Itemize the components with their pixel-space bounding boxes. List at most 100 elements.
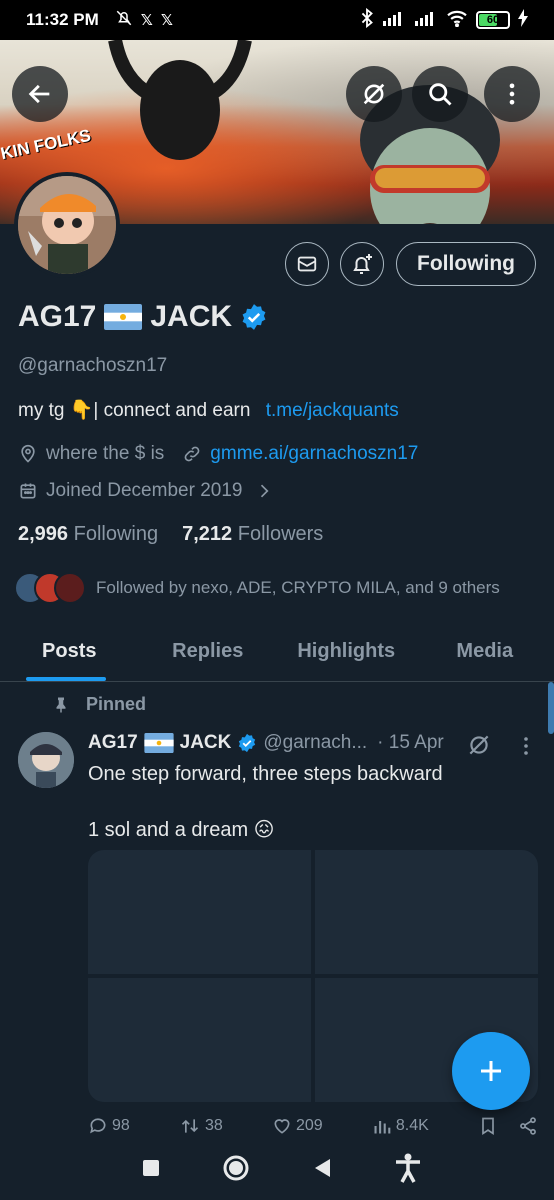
- profile-avatar[interactable]: [14, 172, 120, 278]
- following-stat[interactable]: 2,996 Following: [18, 523, 158, 546]
- avatar-image: [18, 732, 74, 788]
- envelope-icon: [297, 256, 317, 272]
- link-icon: [184, 446, 200, 462]
- followed-by-avatars: [14, 572, 86, 604]
- tab-highlights[interactable]: Highlights: [277, 622, 416, 681]
- profile-joined-row[interactable]: Joined December 2019: [18, 480, 274, 502]
- post-author-name-suffix: JACK: [179, 732, 232, 753]
- status-bar: 11:32 PM 𝕏 𝕏 60: [0, 0, 554, 40]
- battery-level: 60: [486, 14, 500, 26]
- signal-icon-2: [414, 10, 438, 31]
- location-icon: [21, 444, 35, 463]
- views-count: 8.4K: [395, 1117, 429, 1134]
- following-button[interactable]: Following: [396, 242, 536, 286]
- pinned-label: Pinned: [86, 694, 147, 714]
- status-time: 11:32 PM: [26, 10, 99, 29]
- like-count: 209: [295, 1117, 323, 1134]
- x-app-icon-2: 𝕏: [160, 12, 173, 29]
- share-icon[interactable]: [518, 1116, 538, 1136]
- bookmark-icon[interactable]: [478, 1116, 498, 1136]
- bio-link[interactable]: t.me/jackquants: [266, 400, 399, 421]
- tab-replies[interactable]: Replies: [139, 622, 278, 681]
- following-count: 2,996: [18, 523, 69, 545]
- profile-name: AG17 JACK: [18, 300, 268, 334]
- arrow-left-icon: [28, 84, 50, 104]
- message-button[interactable]: [285, 242, 329, 286]
- grok-icon[interactable]: [466, 732, 492, 758]
- scrollbar[interactable]: [548, 682, 554, 734]
- views-action[interactable]: 8.4K: [372, 1116, 429, 1136]
- back-nav-button[interactable]: [312, 1157, 332, 1179]
- bookmark-share-actions: [478, 1116, 538, 1136]
- argentina-flag-icon: [144, 733, 174, 753]
- pinned-indicator: Pinned: [52, 694, 146, 715]
- verified-badge-icon: [242, 304, 266, 330]
- post-text-line: 1 sol and a dream 😖: [88, 819, 275, 841]
- post-body: One step forward, three steps backward 1…: [88, 760, 443, 844]
- calendar-icon: [20, 483, 36, 499]
- media-item[interactable]: [315, 850, 538, 974]
- post-actions: 98 38 209 8.4K: [88, 1116, 538, 1136]
- profile-handle: @garnachoszn17: [18, 355, 168, 376]
- avatar-image: [18, 176, 116, 274]
- heart-icon: [274, 1119, 290, 1134]
- following-label: Following: [73, 523, 159, 545]
- search-icon: [429, 83, 452, 106]
- search-button[interactable]: [412, 66, 468, 122]
- reply-action[interactable]: 98: [88, 1116, 130, 1136]
- compose-button[interactable]: [452, 1032, 530, 1110]
- tab-media[interactable]: Media: [416, 622, 554, 681]
- post-date: · 15 Apr: [377, 732, 444, 753]
- notifications-button[interactable]: [340, 242, 384, 286]
- media-item[interactable]: [88, 978, 311, 1102]
- bell-plus-icon: [353, 254, 372, 274]
- wifi-icon: [446, 9, 468, 32]
- followers-count: 7,212: [182, 523, 233, 545]
- bio-text: my tg 👇| connect and earn: [18, 400, 251, 421]
- post-author-handle: @garnach...: [263, 732, 368, 753]
- reply-count: 98: [112, 1117, 130, 1134]
- battery-indicator: 60: [476, 11, 510, 29]
- plus-icon: [481, 1061, 501, 1081]
- pin-icon: [56, 697, 66, 712]
- bluetooth-icon: [360, 7, 374, 33]
- charging-icon: [518, 8, 528, 32]
- home-button[interactable]: [222, 1154, 250, 1182]
- profile-name-suffix: JACK: [150, 300, 233, 333]
- profile-meta-row: where the $ is gmme.ai/garnachoszn17: [18, 443, 418, 465]
- repost-action[interactable]: 38: [179, 1116, 223, 1136]
- views-icon: [374, 1121, 391, 1134]
- post-text-line: One step forward, three steps backward: [88, 763, 443, 785]
- post-avatar[interactable]: [18, 732, 74, 788]
- like-action[interactable]: 209: [272, 1116, 323, 1136]
- profile-website-link[interactable]: gmme.ai/garnachoszn17: [210, 443, 418, 465]
- media-item[interactable]: [88, 850, 311, 974]
- profile-name-text: AG17: [18, 300, 97, 333]
- profile-joined: Joined December 2019: [46, 480, 243, 501]
- profile-location: where the $ is: [46, 443, 165, 464]
- post-header: AG17 JACK @garnach... · 15 Apr: [88, 732, 444, 754]
- x-app-icon: 𝕏: [140, 12, 153, 29]
- more-vertical-icon[interactable]: [514, 734, 538, 758]
- followed-by-row[interactable]: Followed by nexo, ADE, CRYPTO MILA, and …: [14, 572, 500, 604]
- signal-icon: [382, 10, 406, 31]
- followed-by-text: Followed by nexo, ADE, CRYPTO MILA, and …: [96, 578, 500, 597]
- bull-artwork: [108, 40, 252, 160]
- follow-stats: 2,996 Following 7,212 Followers: [18, 523, 323, 546]
- more-options-button[interactable]: [484, 66, 540, 122]
- repost-count: 38: [204, 1117, 223, 1134]
- profile-tabs: Posts Replies Highlights Media: [0, 622, 554, 682]
- post-author-name[interactable]: AG17: [88, 732, 138, 754]
- accessibility-icon[interactable]: [393, 1152, 423, 1184]
- grok-button[interactable]: [346, 66, 402, 122]
- followers-stat[interactable]: 7,212 Followers: [182, 523, 323, 546]
- verified-badge-icon: [239, 733, 256, 753]
- recents-button[interactable]: [141, 1158, 161, 1178]
- grok-icon: [363, 83, 385, 105]
- avatar: [54, 572, 86, 604]
- tab-posts[interactable]: Posts: [0, 622, 139, 681]
- more-vertical-icon: [509, 83, 515, 105]
- argentina-flag-icon: [104, 304, 143, 330]
- back-button[interactable]: [12, 66, 68, 122]
- reply-icon: [90, 1118, 106, 1134]
